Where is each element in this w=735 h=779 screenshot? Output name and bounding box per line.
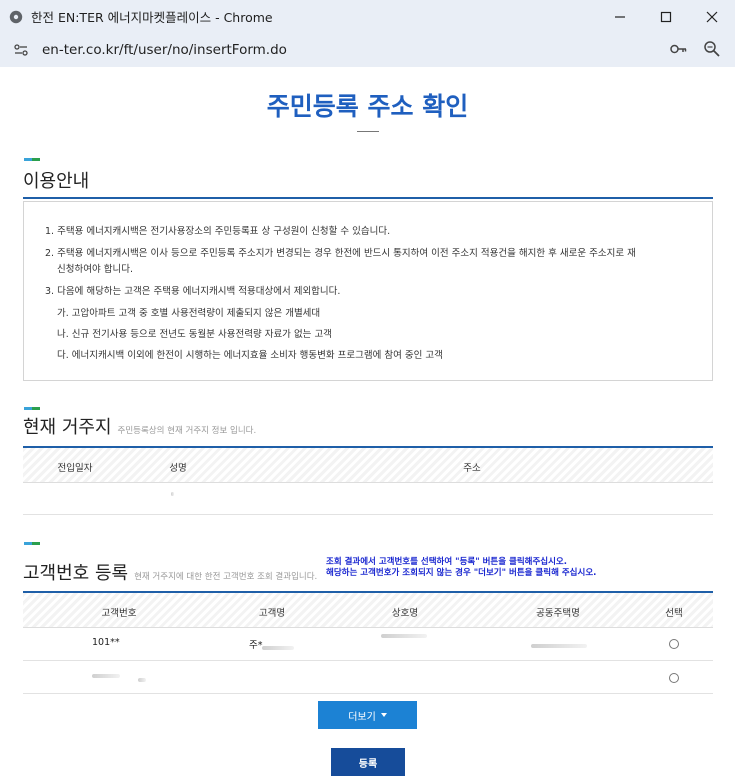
section-marker: [24, 158, 40, 161]
title-divider: [357, 131, 379, 132]
column-header: 전입일자: [57, 463, 93, 474]
customer-table-header: 고객번호 고객명 상호명 공동주택명 선택: [23, 593, 713, 628]
redacted-cell: [381, 634, 427, 638]
select-radio[interactable]: [669, 639, 679, 649]
guide-box: 1. 주택용 에너지캐시백은 전기사용장소의 주민등록표 상 구성원이 신청할 …: [23, 201, 713, 381]
residence-table-header: 전입일자 성명 주소: [23, 448, 713, 483]
minimize-button[interactable]: [597, 0, 643, 33]
table-row-divider: [23, 514, 713, 515]
section-marker: [24, 407, 40, 410]
customer-number-cell: 101**: [92, 637, 120, 648]
column-header: 성명: [169, 463, 187, 474]
site-info-icon[interactable]: [12, 41, 30, 59]
column-header: 고객번호: [101, 608, 137, 619]
customer-desc: 현재 거주지에 대한 한전 고객번호 조회 결과입니다.: [134, 572, 318, 582]
page-content: 주민등록 주소 확인 이용안내 1. 주택용 에너지캐시백은 전기사용장소의 주…: [0, 67, 735, 779]
redacted-cell: [171, 492, 174, 496]
close-icon: [706, 11, 718, 22]
section-divider: [23, 197, 713, 199]
column-header: 고객명: [258, 608, 286, 619]
guide-item: 2. 주택용 에너지캐시백은 이사 등으로 주민등록 주소지가 변경되는 경우 …: [45, 248, 636, 259]
redacted-cell: [262, 646, 294, 650]
notice-line: 해당하는 고객번호가 조회되지 않는 경우 "더보기" 버튼을 클릭해 주십시오…: [326, 568, 597, 578]
globe-icon: [9, 10, 23, 23]
residence-desc: 주민등록상의 현재 거주지 정보 입니다.: [117, 426, 257, 436]
customer-notice: 조회 결과에서 고객번호를 선택하여 "등록" 버튼을 클릭해주십시오. 해당하…: [326, 557, 596, 579]
column-header: 상호명: [391, 608, 419, 619]
window-titlebar: 한전 EN:TER 에너지마켓플레이스 - Chrome: [0, 0, 735, 33]
residence-title-row: 현재 거주지 주민등록상의 현재 거주지 정보 입니다.: [23, 413, 256, 439]
guide-item: 1. 주택용 에너지캐시백은 전기사용장소의 주민등록표 상 구성원이 신청할 …: [45, 226, 391, 237]
guide-item: 신청하여야 합니다.: [57, 264, 133, 275]
guide-subitem: 나. 신규 전기사용 등으로 전년도 동월분 사용전력량 자료가 없는 고객: [57, 329, 332, 340]
guide-subitem: 다. 에너지캐시백 이외에 한전이 시행하는 에너지효율 소비자 행동변화 프로…: [57, 350, 443, 361]
minimize-icon: [615, 15, 625, 18]
zoom-icon[interactable]: [703, 40, 721, 58]
caret-down-icon: [380, 713, 387, 717]
column-header: 공동주택명: [536, 608, 580, 619]
guide-title: 이용안내: [23, 171, 90, 192]
page-title: 주민등록 주소 확인: [266, 92, 469, 121]
residence-title: 현재 거주지: [23, 417, 112, 438]
address-bar[interactable]: en-ter.co.kr/ft/user/no/insertForm.do: [0, 33, 735, 67]
table-row-divider: [23, 693, 713, 694]
column-header: 주소: [463, 463, 481, 474]
column-header: 선택: [665, 608, 683, 619]
register-button[interactable]: 등록: [331, 748, 405, 776]
url-text[interactable]: en-ter.co.kr/ft/user/no/insertForm.do: [42, 42, 287, 58]
customer-title-row: 고객번호 등록 현재 거주지에 대한 한전 고객번호 조회 결과입니다.: [23, 559, 317, 585]
table-row-divider: [23, 660, 713, 661]
notice-line: 조회 결과에서 고객번호를 선택하여 "등록" 버튼을 클릭해주십시오.: [326, 557, 567, 567]
customer-title: 고객번호 등록: [23, 563, 129, 584]
redacted-cell: [92, 674, 120, 678]
maximize-icon: [660, 11, 672, 22]
more-button-label: 더보기: [348, 711, 376, 723]
customer-name-cell: 주*: [249, 640, 263, 651]
guide-subitem: 가. 고압아파트 고객 중 호별 사용전력량이 제출되지 않은 개별세대: [57, 308, 321, 319]
guide-item: 3. 다음에 해당하는 고객은 주택용 에너지캐시백 적용대상에서 제외합니다.: [45, 286, 341, 297]
redacted-cell: [531, 644, 587, 648]
select-radio[interactable]: [669, 673, 679, 683]
section-marker: [24, 542, 40, 545]
window-title: 한전 EN:TER 에너지마켓플레이스 - Chrome: [31, 10, 273, 25]
close-button[interactable]: [689, 0, 735, 33]
more-button[interactable]: 더보기: [318, 701, 417, 729]
maximize-button[interactable]: [643, 0, 689, 33]
key-icon[interactable]: [669, 40, 687, 58]
redacted-cell: [138, 678, 146, 682]
